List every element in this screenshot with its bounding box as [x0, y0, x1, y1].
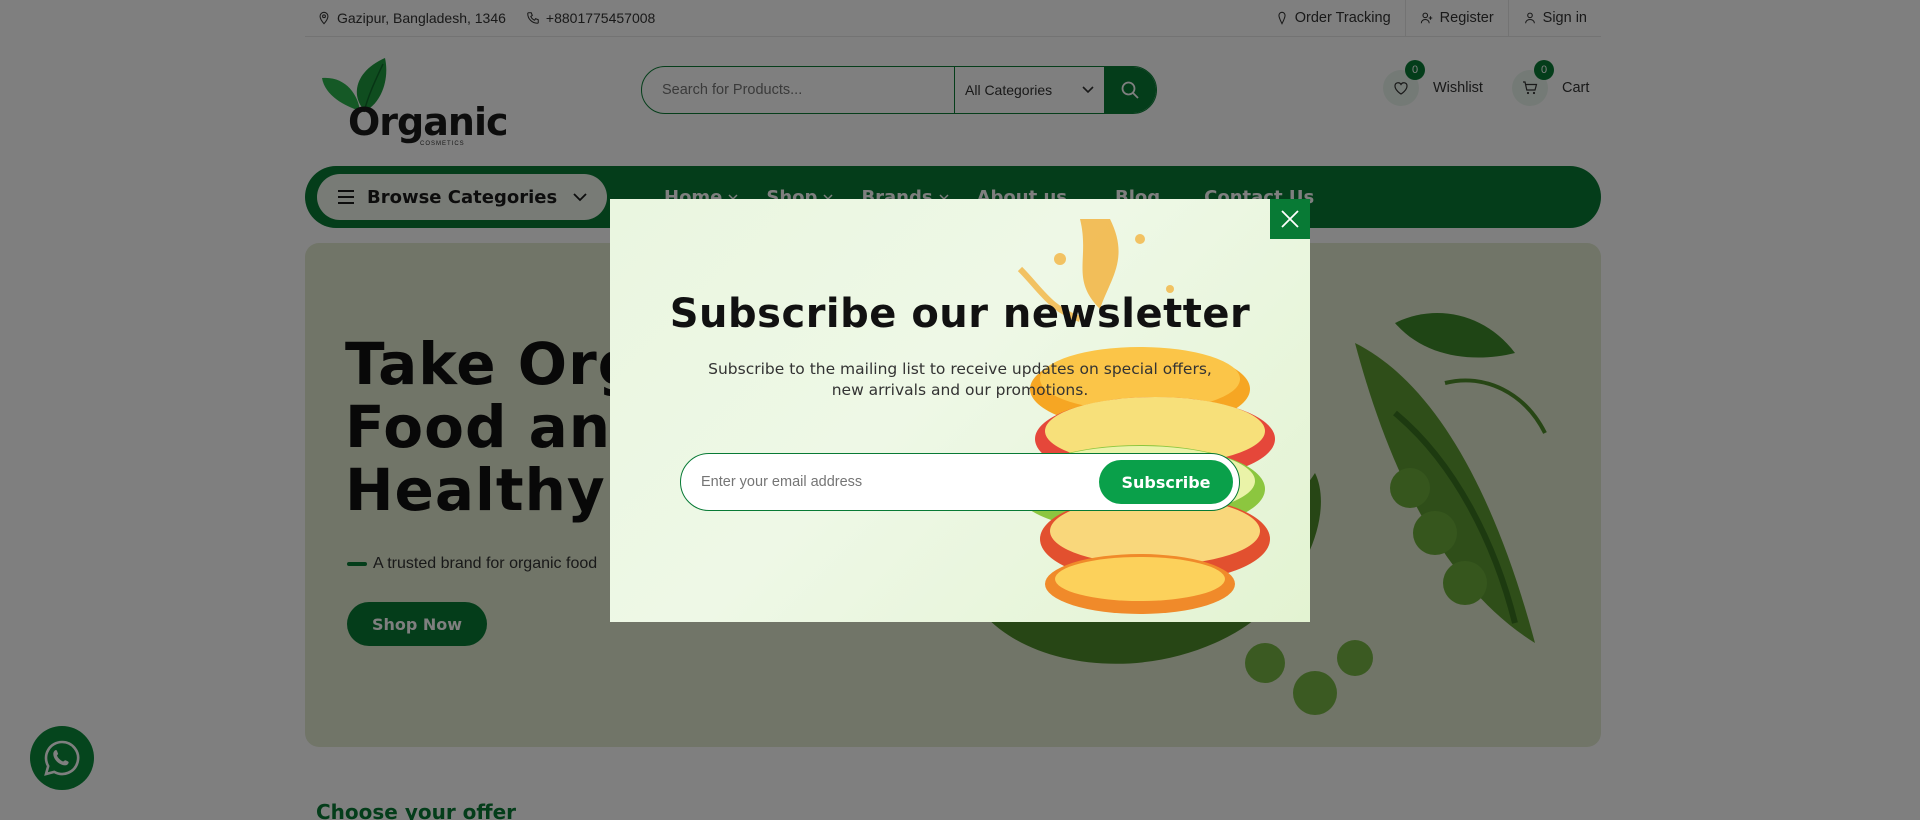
- newsletter-form: Subscribe: [680, 453, 1240, 511]
- modal-description: Subscribe to the mailing list to receive…: [708, 360, 1212, 399]
- email-input[interactable]: [701, 474, 1099, 490]
- newsletter-modal: Subscribe our newsletter Subscribe to th…: [610, 199, 1310, 622]
- subscribe-button[interactable]: Subscribe: [1099, 460, 1233, 504]
- close-button[interactable]: [1270, 199, 1310, 239]
- fruit-splash-image: [1015, 219, 1275, 614]
- close-icon: [1281, 210, 1299, 228]
- modal-title: Subscribe our newsletter: [669, 291, 1251, 337]
